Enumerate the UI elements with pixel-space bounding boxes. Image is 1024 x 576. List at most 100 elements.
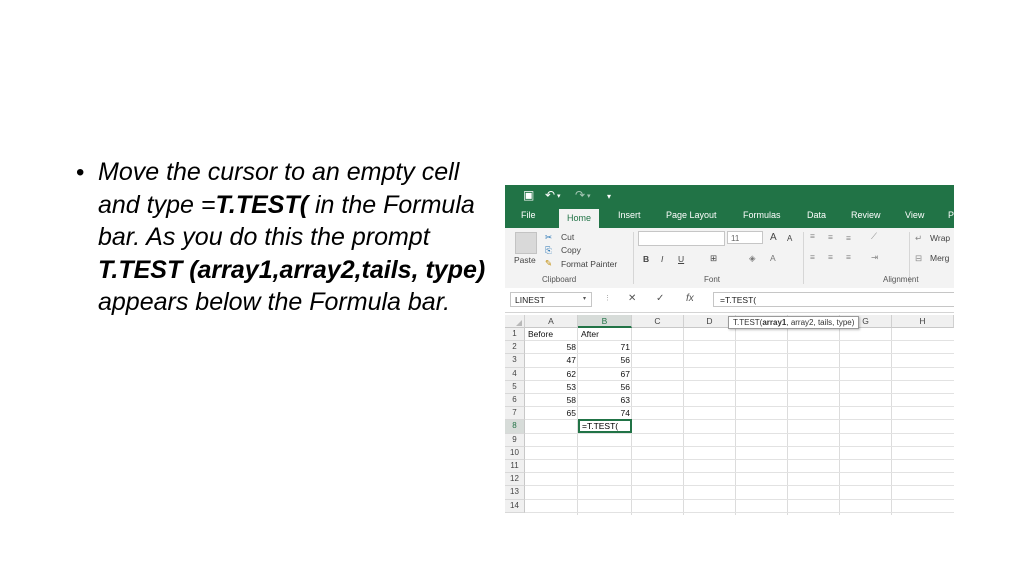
underline-button[interactable]: U (678, 254, 684, 264)
cell-b4[interactable]: 67 (578, 368, 630, 381)
customize-toolbar-icon[interactable]: ▾ (607, 190, 611, 204)
tab-page-layout[interactable]: Page Layout (666, 210, 717, 220)
font-name-box[interactable] (638, 231, 725, 246)
merge-button[interactable]: Merg (930, 253, 949, 263)
row-header[interactable]: 5 (505, 380, 525, 394)
undo-icon[interactable]: ↶ (545, 188, 555, 202)
tooltip-current-argument[interactable]: array1 (762, 318, 786, 327)
align-middle-icon[interactable]: ≡ (828, 232, 833, 242)
fill-color-icon[interactable]: ◈ (749, 253, 756, 264)
italic-button[interactable]: I (661, 254, 663, 264)
tab-more[interactable]: P (948, 210, 954, 220)
cell-a5[interactable]: 53 (525, 381, 576, 394)
cell-a2[interactable]: 58 (525, 341, 576, 354)
shrink-font-button[interactable]: A (787, 234, 792, 243)
bullet-bold-prompt: T.TEST (array1,array2,tails, type) (98, 255, 486, 284)
font-size-box[interactable]: 11 (727, 231, 763, 244)
row-header[interactable]: 2 (505, 341, 525, 355)
grow-font-button[interactable]: A (770, 232, 777, 243)
gridline (891, 328, 892, 515)
function-tooltip[interactable]: T.TEST(array1, array2, tails, type) (728, 316, 860, 329)
gridline (525, 485, 954, 487)
insert-function-icon[interactable]: fx (686, 293, 694, 304)
active-cell-b8[interactable]: =T.TEST( (578, 419, 632, 433)
gridline (525, 459, 954, 460)
tab-home[interactable]: Home (559, 209, 600, 229)
font-group-label: Font (704, 275, 721, 284)
tab-data[interactable]: Data (807, 210, 826, 220)
cut-icon[interactable]: ✂ (545, 232, 552, 243)
copy-button[interactable]: Copy (561, 245, 581, 255)
paste-button[interactable]: Paste (514, 255, 536, 265)
align-left-icon[interactable]: ≡ (810, 252, 815, 262)
select-all-corner[interactable] (505, 315, 525, 328)
tab-formulas[interactable]: Formulas (743, 210, 781, 220)
wrap-text-button[interactable]: Wrap (930, 233, 950, 243)
enter-icon[interactable]: ✓ (656, 293, 664, 304)
row-header[interactable]: 3 (505, 354, 525, 368)
cell-a3[interactable]: 47 (525, 354, 576, 367)
alignment-group-label: Alignment (883, 275, 919, 284)
cell-a7[interactable]: 65 (525, 407, 576, 420)
row-header[interactable]: 1 (505, 328, 525, 342)
tab-review[interactable]: Review (851, 210, 881, 220)
cell-b1[interactable]: After (581, 328, 599, 341)
cell-a1[interactable]: Before (528, 328, 553, 341)
formula-input[interactable]: =T.TEST( (713, 292, 954, 307)
column-header-h[interactable]: H (892, 315, 954, 328)
cell-b5[interactable]: 56 (578, 381, 630, 394)
cell-b3[interactable]: 56 (578, 354, 630, 367)
row-header[interactable]: 10 (505, 446, 525, 460)
row-header[interactable]: 14 (505, 499, 525, 513)
quick-access-toolbar: ▣ ↶ ▾ ↷ ▾ ▾ (505, 185, 954, 206)
font-color-icon[interactable]: A (770, 253, 776, 263)
indent-icon[interactable]: ⇥ (871, 252, 878, 263)
orientation-icon[interactable]: ⟋ (871, 231, 877, 242)
bullet-text-part: appears below the Formula bar. (98, 288, 451, 317)
cell-b2[interactable]: 71 (578, 341, 630, 354)
name-box-dropdown-icon[interactable]: ▾ (583, 295, 586, 302)
cut-button[interactable]: Cut (561, 232, 574, 242)
format-painter-button[interactable]: Format Painter (561, 259, 617, 269)
row-header[interactable]: 9 (505, 433, 525, 447)
column-header-b[interactable]: B (578, 315, 632, 328)
tab-file[interactable]: File (521, 210, 536, 220)
copy-icon[interactable]: ⎘ (545, 245, 552, 256)
row-header[interactable]: 8 (505, 420, 525, 434)
format-painter-icon[interactable]: ✎ (545, 258, 552, 269)
bullet-bold-function: T.TEST( (215, 190, 309, 219)
row-header[interactable]: 7 (505, 407, 525, 421)
gridline (683, 328, 684, 515)
row-header[interactable]: 6 (505, 394, 525, 408)
merge-icon[interactable]: ⊟ (915, 253, 922, 264)
worksheet-grid: A B C D E F G H 1 2 3 4 5 6 7 8 9 10 11 … (505, 315, 954, 515)
name-box[interactable]: LINEST (510, 292, 592, 307)
redo-dropdown-icon[interactable]: ▾ (587, 190, 591, 204)
cell-a6[interactable]: 58 (525, 394, 576, 407)
cell-b6[interactable]: 63 (578, 394, 630, 407)
align-top-icon[interactable]: ≡ (810, 231, 815, 241)
wrap-text-icon[interactable]: ↵ (915, 233, 922, 244)
cell-a4[interactable]: 62 (525, 368, 576, 381)
cancel-icon[interactable]: ✕ (628, 293, 636, 304)
ribbon-tabs: File Home Insert Page Layout Formulas Da… (505, 206, 954, 229)
row-header[interactable]: 12 (505, 473, 525, 487)
row-header[interactable]: 11 (505, 460, 525, 474)
align-right-icon[interactable]: ≡ (846, 252, 851, 262)
tab-view[interactable]: View (905, 210, 924, 220)
paste-icon[interactable] (515, 232, 537, 254)
row-header[interactable]: 4 (505, 367, 525, 381)
borders-icon[interactable]: ⊞ (710, 253, 717, 264)
row-header[interactable]: 13 (505, 486, 525, 500)
column-header-a[interactable]: A (525, 315, 578, 328)
undo-dropdown-icon[interactable]: ▾ (557, 190, 561, 204)
align-bottom-icon[interactable]: ≡ (846, 233, 851, 243)
bold-button[interactable]: B (643, 254, 649, 264)
tooltip-other-arguments: , array2, tails, type) (786, 318, 855, 327)
gridline (525, 511, 954, 513)
column-header-c[interactable]: C (632, 315, 684, 328)
redo-icon[interactable]: ↷ (575, 188, 585, 202)
tab-insert[interactable]: Insert (618, 210, 641, 220)
save-icon[interactable]: ▣ (523, 188, 534, 202)
align-center-icon[interactable]: ≡ (828, 252, 833, 262)
